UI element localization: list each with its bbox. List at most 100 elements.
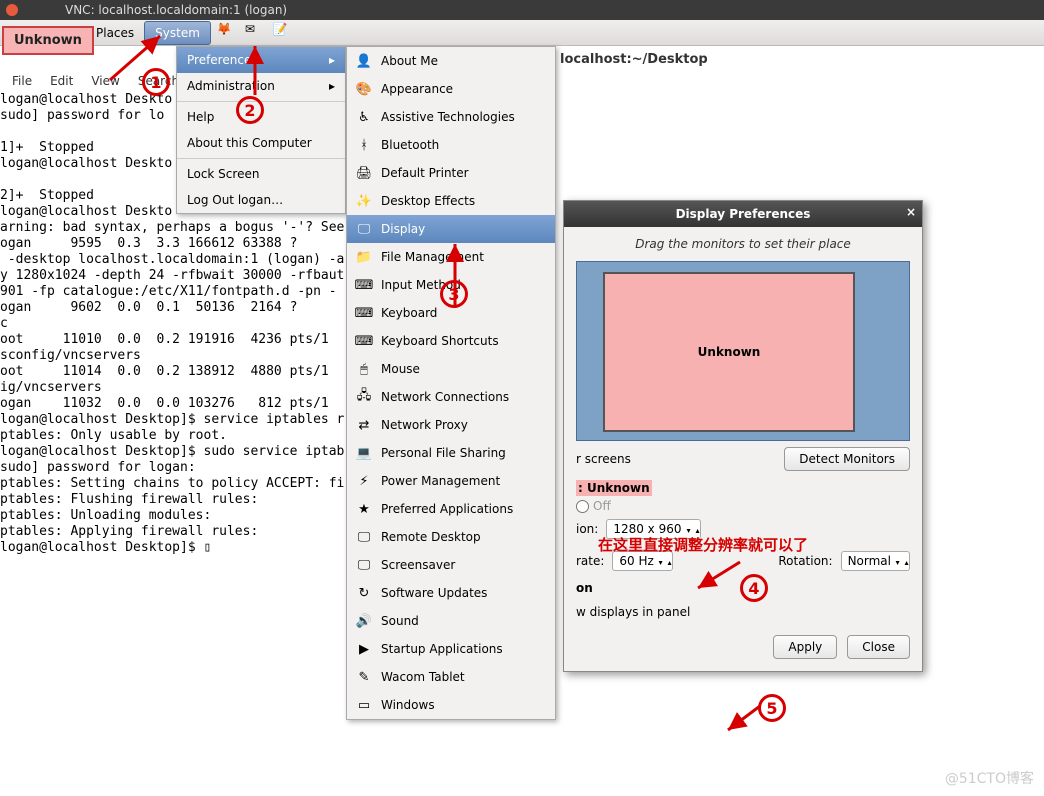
submenu-arrow-icon: ▸: [329, 79, 335, 93]
menu-help[interactable]: Help: [177, 104, 345, 130]
menu-logout[interactable]: Log Out logan…: [177, 187, 345, 213]
pref-item-windows[interactable]: ▭Windows: [347, 691, 555, 719]
mail-icon[interactable]: ✉: [245, 22, 267, 44]
pref-label: Bluetooth: [381, 138, 439, 152]
resolution-select[interactable]: 1280 x 960: [606, 519, 700, 539]
unknown-monitor-badge: Unknown: [2, 26, 94, 55]
window-titlebar[interactable]: Display Preferences×: [564, 201, 922, 227]
pref-label: Network Proxy: [381, 418, 468, 432]
monitor-tile[interactable]: Unknown: [603, 272, 855, 432]
close-dot-icon[interactable]: [6, 4, 18, 16]
close-button[interactable]: Close: [847, 635, 910, 659]
show-in-panel-label: w displays in panel: [576, 605, 690, 619]
refresh-rate-label: rate:: [576, 554, 604, 568]
notes-icon[interactable]: 📝: [273, 22, 295, 44]
menu-file[interactable]: File: [4, 72, 40, 90]
pref-item-preferred-applications[interactable]: ★Preferred Applications: [347, 495, 555, 523]
pref-item-default-printer[interactable]: 🖨Default Printer: [347, 159, 555, 187]
pref-item-remote-desktop[interactable]: 🖵Remote Desktop: [347, 523, 555, 551]
pref-item-network-connections[interactable]: 🖧 Network Connections: [347, 383, 555, 411]
pref-icon: ⌨: [355, 332, 373, 350]
pref-item-display[interactable]: 🖵Display: [347, 215, 555, 243]
pref-item-network-proxy[interactable]: ⇄ Network Proxy: [347, 411, 555, 439]
pref-label: Screensaver: [381, 558, 455, 572]
pref-icon: ✨: [355, 192, 373, 210]
menu-administration[interactable]: Administration▸: [177, 73, 345, 99]
pref-item-keyboard-shortcuts[interactable]: ⌨ Keyboard Shortcuts: [347, 327, 555, 355]
pref-item-power-management[interactable]: ⚡ Power Management: [347, 467, 555, 495]
gnome-panel: Places System 🦊 ✉ 📝: [0, 20, 1044, 46]
pref-item-sound[interactable]: 🔊 Sound: [347, 607, 555, 635]
pref-item-wacom-tablet[interactable]: ✎Wacom Tablet: [347, 663, 555, 691]
pref-icon: ⌨: [355, 304, 373, 322]
pref-item-assistive-technologies[interactable]: ♿Assistive Technologies: [347, 103, 555, 131]
apply-button[interactable]: Apply: [773, 635, 837, 659]
pref-icon: ★: [355, 500, 373, 518]
pref-item-desktop-effects[interactable]: ✨ Desktop Effects: [347, 187, 555, 215]
pref-label: Network Connections: [381, 390, 509, 404]
firefox-icon[interactable]: 🦊: [217, 22, 239, 44]
pref-label: About Me: [381, 54, 438, 68]
pref-item-appearance[interactable]: 🎨 Appearance: [347, 75, 555, 103]
pref-icon: 📁: [355, 248, 373, 266]
pref-label: Input Method: [381, 278, 461, 292]
pref-item-mouse[interactable]: 🖱Mouse: [347, 355, 555, 383]
pref-icon: ↻: [355, 584, 373, 602]
pref-item-software-updates[interactable]: ↻Software Updates: [347, 579, 555, 607]
places-menu[interactable]: Places: [86, 22, 144, 44]
pref-label: Power Management: [381, 474, 500, 488]
pref-icon: 🎨: [355, 80, 373, 98]
off-label: Off: [593, 499, 611, 513]
vnc-titlebar: VNC: localhost.localdomain:1 (logan): [0, 0, 1044, 20]
annotation-5: 5: [758, 694, 786, 722]
terminal-menubar: File Edit View Search: [0, 72, 187, 90]
pref-item-personal-file-sharing[interactable]: 💻Personal File Sharing: [347, 439, 555, 467]
rotation-select[interactable]: Normal: [841, 551, 910, 571]
off-radio[interactable]: [576, 500, 589, 513]
pref-item-input-method[interactable]: ⌨ Input Method: [347, 271, 555, 299]
pref-label: Desktop Effects: [381, 194, 475, 208]
pref-icon: ⇄: [355, 416, 373, 434]
menu-about-computer[interactable]: About this Computer: [177, 130, 345, 156]
pref-icon: 🖵: [355, 556, 373, 574]
pref-item-startup-applications[interactable]: ▶ Startup Applications: [347, 635, 555, 663]
menu-view[interactable]: View: [83, 72, 127, 90]
pref-item-about-me[interactable]: 👤About Me: [347, 47, 555, 75]
resolution-label: ion:: [576, 522, 598, 536]
refresh-rate-select[interactable]: 60 Hz: [612, 551, 672, 571]
pref-label: Windows: [381, 698, 435, 712]
vnc-title-text: VNC: localhost.localdomain:1 (logan): [65, 3, 287, 17]
menu-preferences[interactable]: Preferences▸: [177, 47, 345, 73]
pref-icon: 🖱: [355, 360, 373, 378]
pref-icon: 🖧: [355, 388, 373, 406]
detect-monitors-button[interactable]: Detect Monitors: [784, 447, 910, 471]
section-label: on: [564, 577, 922, 599]
pref-label: Appearance: [381, 82, 453, 96]
pref-label: Sound: [381, 614, 419, 628]
pref-label: File Management: [381, 250, 484, 264]
preferences-submenu: 👤About Me 🎨 Appearance ♿Assistive Technolog…: [346, 46, 556, 720]
pref-icon: ⚡: [355, 472, 373, 490]
pref-item-screensaver[interactable]: 🖵 Screensaver: [347, 551, 555, 579]
pref-label: Keyboard Shortcuts: [381, 334, 499, 348]
rotation-label: Rotation:: [778, 554, 832, 568]
menu-edit[interactable]: Edit: [42, 72, 81, 90]
pref-icon: ♿: [355, 108, 373, 126]
pref-item-bluetooth[interactable]: ᚼBluetooth: [347, 131, 555, 159]
pref-icon: ▶: [355, 640, 373, 658]
pref-icon: ⌨: [355, 276, 373, 294]
pref-icon: 🔊: [355, 612, 373, 630]
pref-icon: 🖵: [355, 528, 373, 546]
display-preferences-window: Display Preferences× Drag the monitors t…: [563, 200, 923, 672]
terminal-tab-title: localhost:~/Desktop: [560, 52, 708, 67]
watermark: @51CTO博客: [945, 768, 1034, 788]
menu-lock-screen[interactable]: Lock Screen: [177, 161, 345, 187]
pref-item-keyboard[interactable]: ⌨Keyboard: [347, 299, 555, 327]
pref-label: Startup Applications: [381, 642, 503, 656]
pref-item-file-management[interactable]: 📁 File Management: [347, 243, 555, 271]
pref-label: Default Printer: [381, 166, 469, 180]
system-dropdown: Preferences▸ Administration▸ Help About …: [176, 46, 346, 214]
system-menu[interactable]: System: [144, 21, 211, 45]
monitor-layout-canvas[interactable]: Unknown: [576, 261, 910, 441]
close-icon[interactable]: ×: [906, 205, 916, 219]
